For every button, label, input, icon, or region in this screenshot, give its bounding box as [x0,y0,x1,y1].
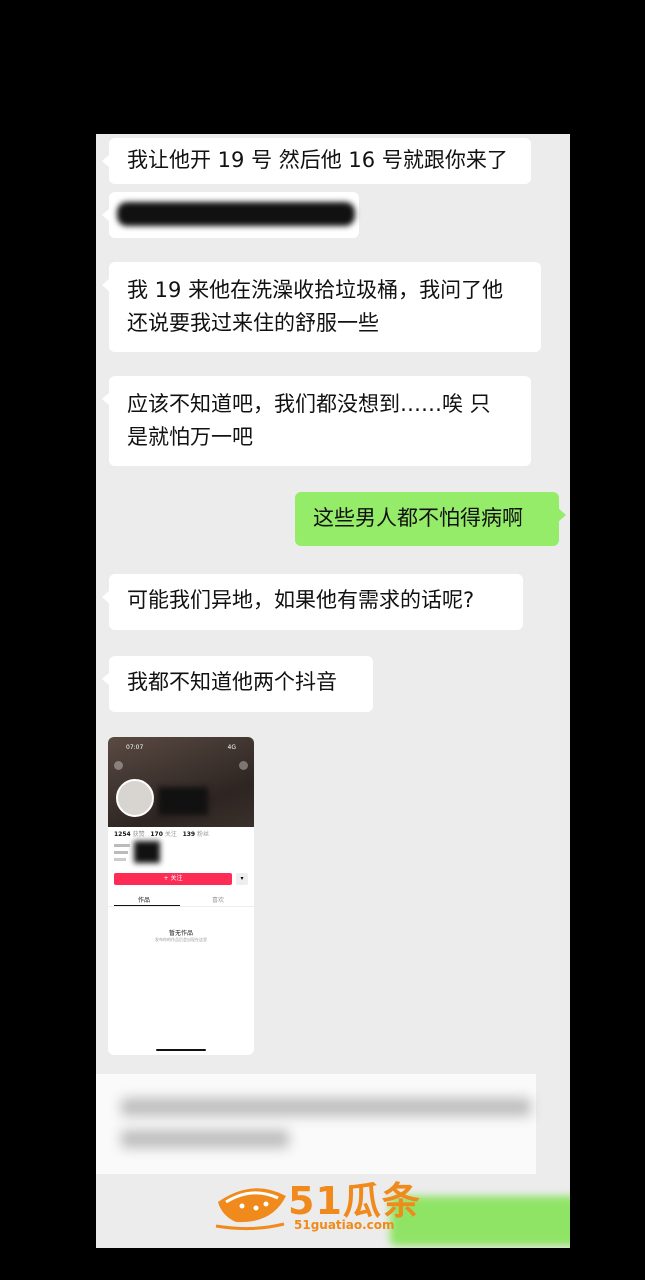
redaction-scribble [117,202,355,226]
message-text: 可能我们异地，如果他有需求的话呢? [127,588,475,612]
shared-screenshot-image[interactable]: 07:07 4G 1254 获赞 170 关注 139 粉丝 + 关注 ▾ 作品… [108,737,254,1055]
message-bubble-incoming: 应该不知道吧，我们都没想到……唉 只 是就怕万一吧 [102,376,531,466]
empty-subtitle: 发布你的作品后会出现在这里 [155,937,207,942]
home-indicator [156,1049,206,1051]
message-line: 我 19 来他在洗澡收拾垃圾桶，我问了他 [127,278,504,302]
message-bubble-incoming: 我让他开 19 号 然后他 16 号就跟你来了 [102,138,531,184]
dropdown-icon: ▾ [236,873,248,885]
redaction-scribble [158,787,208,815]
status-signal: 4G [227,744,236,751]
empty-title: 暂无作品 [168,930,193,937]
profile-cover: 07:07 4G [108,737,254,827]
message-line: 应该不知道吧，我们都没想到……唉 只 [127,392,491,416]
follow-button: + 关注 [114,873,232,885]
status-time: 07:07 [126,744,144,751]
bio-placeholder [114,844,130,847]
message-bubble-incoming: 我 19 来他在洗澡收拾垃圾桶，我问了他 还说要我过来住的舒服一些 [102,262,541,352]
message-text: 我让他开 19 号 然后他 16 号就跟你来了 [127,148,508,172]
tab-likes: 喜欢 [212,897,225,904]
message-text: 这些男人都不怕得病啊 [313,506,523,530]
watermelon-logo-icon [215,1188,286,1231]
watermark-logo: 51瓜条 51guatiao.com [212,1170,442,1240]
chat-area: 我让他开 19 号 然后他 16 号就跟你来了 我 19 来他在洗澡收拾垃圾桶，… [96,134,570,1248]
blurred-text-line [121,1098,531,1116]
bio-placeholder [114,851,128,854]
watermark-brand: 51瓜条 [288,1179,421,1223]
tab-divider [108,906,254,907]
tab-works: 作品 [138,897,151,904]
message-bubble-incoming: 我都不知道他两个抖音 [102,656,373,712]
message-bubble-incoming: 可能我们异地，如果他有需求的话呢? [102,574,523,630]
message-bubble-outgoing: 这些男人都不怕得病啊 [295,492,566,546]
bio-placeholder [114,858,126,861]
redacted-message-bubble [102,192,359,238]
avatar [116,779,154,817]
back-icon [114,761,123,770]
blurred-message [96,1074,536,1174]
message-line: 还说要我过来住的舒服一些 [127,311,379,335]
blurred-text-line [121,1130,289,1148]
message-line: 是就怕万一吧 [127,425,253,449]
redaction-scribble [134,841,160,863]
message-text: 我都不知道他两个抖音 [127,670,337,694]
profile-stats: 1254 获赞 170 关注 139 粉丝 [114,831,210,838]
watermark-url: 51guatiao.com [294,1218,395,1232]
more-icon [239,761,248,770]
